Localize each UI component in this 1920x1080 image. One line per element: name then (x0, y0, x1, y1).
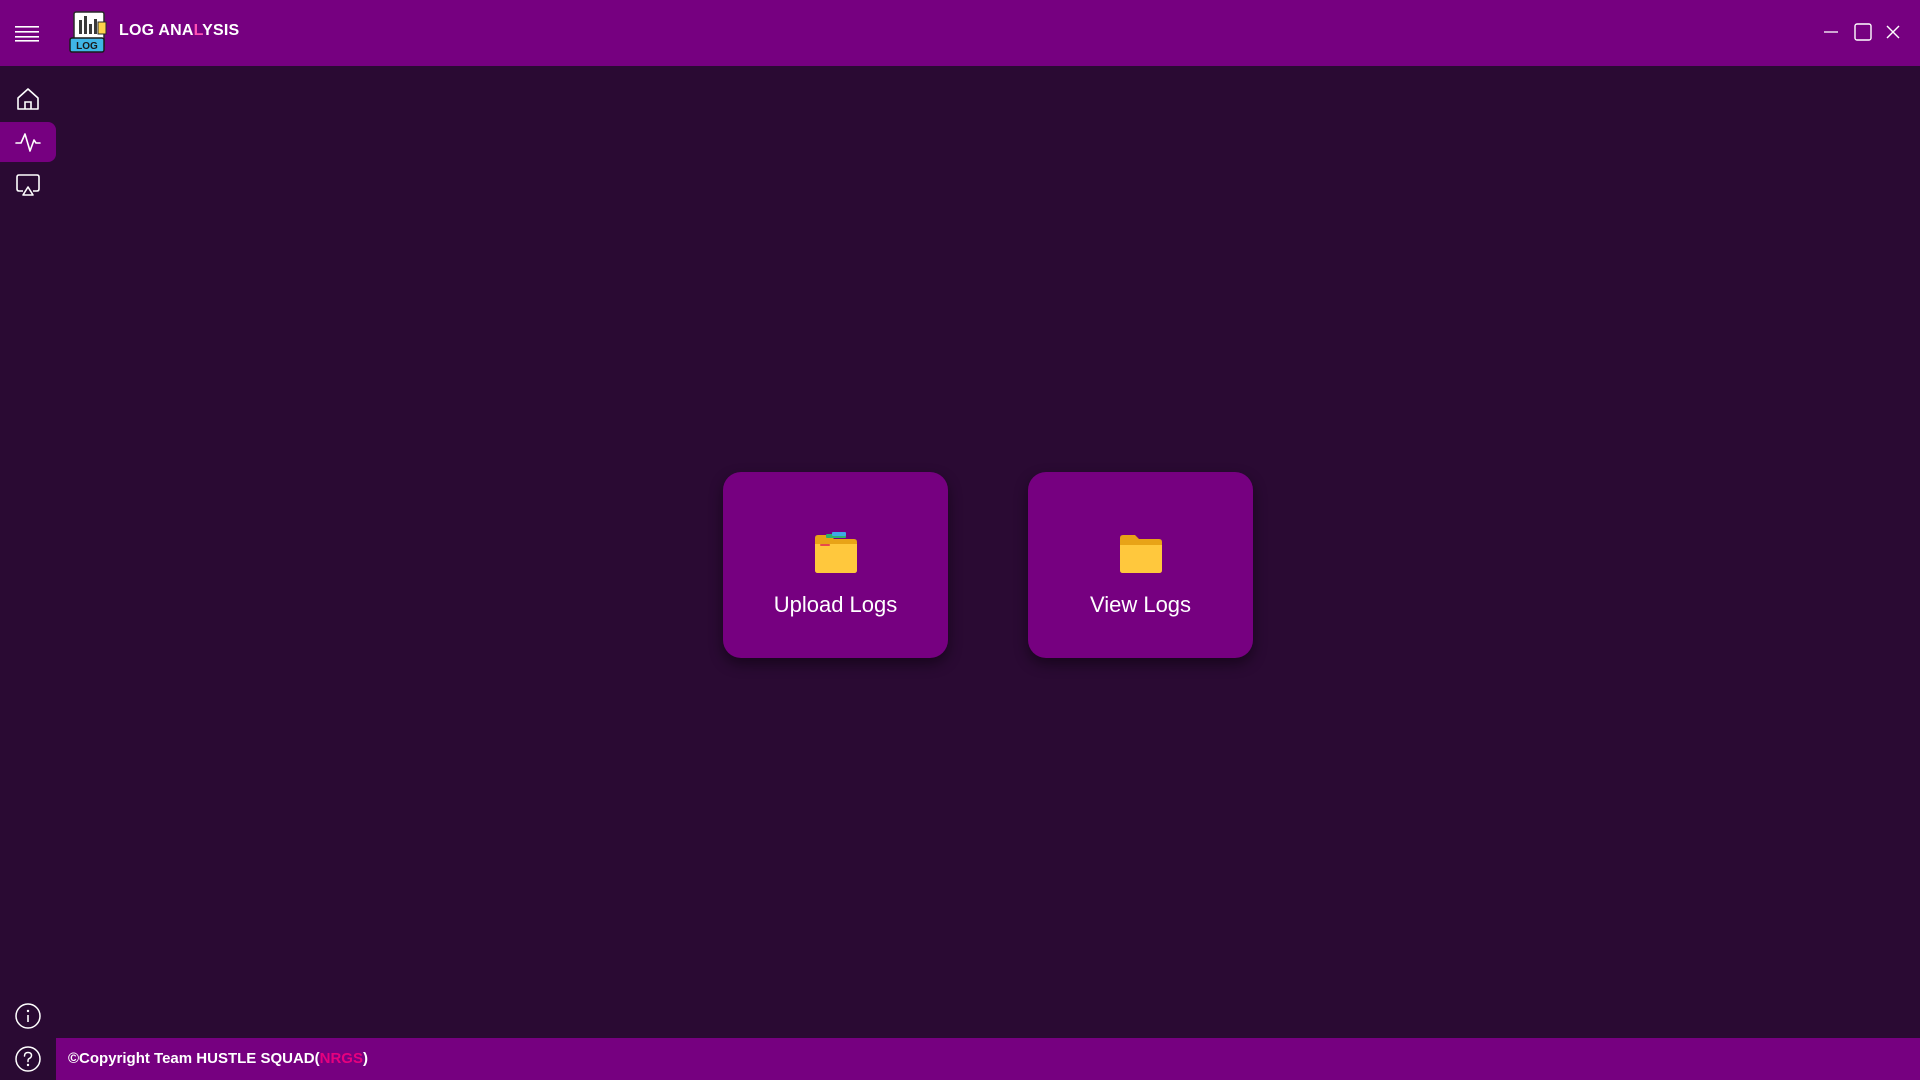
minimize-icon[interactable] (1816, 17, 1846, 47)
home-icon (17, 88, 39, 110)
app-title-accent: L (193, 22, 203, 39)
sidebar-item-screen-share[interactable] (0, 165, 56, 205)
footer: ©Copyright Team HUSTLE SQUAD(NRGS) (56, 1038, 1920, 1080)
app-title-part2: YSIS (202, 22, 240, 39)
copyright-text: ©Copyright Team HUSTLE SQUAD(NRGS) (68, 1050, 368, 1067)
screen-share-icon (16, 174, 40, 196)
open-folder-icon (812, 530, 860, 576)
activity-icon (15, 133, 41, 152)
hamburger-icon[interactable] (12, 19, 42, 47)
help-icon[interactable] (12, 1043, 44, 1075)
app-title-part1: LOG ANA (119, 22, 194, 39)
app-logo: LOG (68, 10, 112, 56)
info-icon[interactable] (12, 1000, 44, 1032)
app-title: LOG ANALYSIS (119, 22, 239, 40)
view-logs-button[interactable]: View Logs (1028, 472, 1253, 658)
maximize-icon[interactable] (1848, 17, 1878, 47)
sidebar-item-activity[interactable] (0, 122, 56, 162)
upload-logs-label: Upload Logs (773, 592, 898, 617)
main-content: Upload Logs View Logs (56, 66, 1920, 1038)
close-icon[interactable] (1878, 17, 1908, 47)
app-logo-text: LOG (76, 41, 98, 52)
upload-logs-button[interactable]: Upload Logs (723, 472, 948, 658)
copyright-accent: NRGS (319, 1050, 363, 1067)
copyright-suffix: ) (362, 1050, 368, 1067)
title-bar: LOG LOG ANALYSIS (0, 0, 1920, 66)
copyright-prefix: ©Copyright Team HUSTLE SQUAD( (68, 1050, 320, 1067)
sidebar-item-home[interactable] (0, 79, 56, 119)
folder-icon (1117, 530, 1165, 576)
view-logs-label: View Logs (1089, 592, 1192, 617)
sidebar (0, 66, 56, 1080)
